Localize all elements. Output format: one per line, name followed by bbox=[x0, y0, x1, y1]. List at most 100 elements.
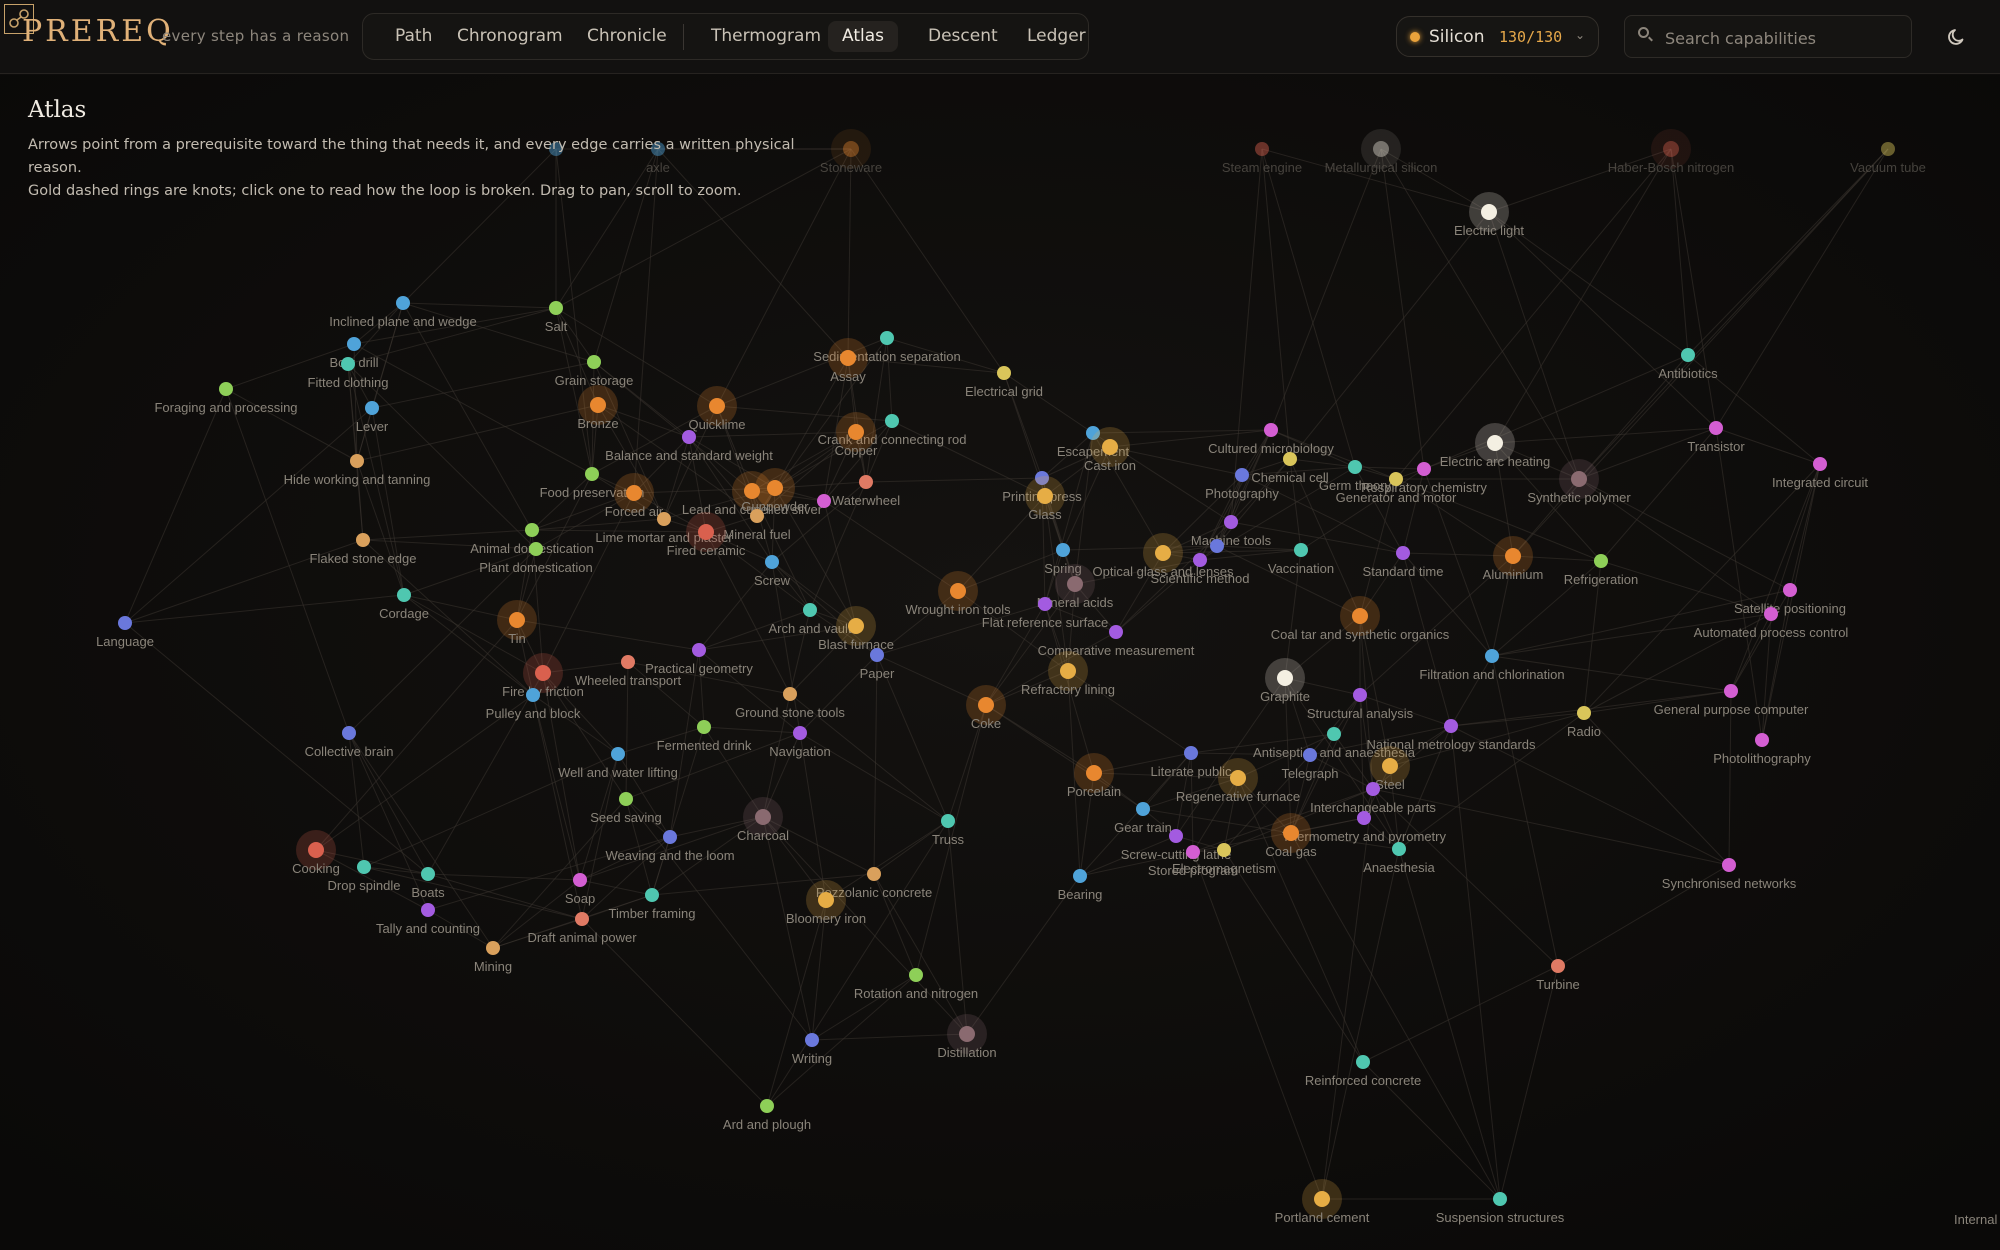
node-dot[interactable] bbox=[1136, 802, 1150, 816]
node-dot[interactable] bbox=[880, 331, 894, 345]
node-dot[interactable] bbox=[941, 814, 955, 828]
node-dot[interactable] bbox=[1389, 472, 1403, 486]
node-dot[interactable] bbox=[1073, 869, 1087, 883]
node-dot[interactable] bbox=[590, 397, 606, 413]
node-dot[interactable] bbox=[1487, 435, 1503, 451]
node-dot[interactable] bbox=[1217, 843, 1231, 857]
node-dot[interactable] bbox=[421, 903, 435, 917]
node-dot[interactable] bbox=[1357, 811, 1371, 825]
node-dot[interactable] bbox=[575, 912, 589, 926]
node-dot[interactable] bbox=[1663, 141, 1679, 157]
node-dot[interactable] bbox=[621, 655, 635, 669]
tab-descent[interactable]: Descent bbox=[914, 21, 1012, 52]
node-dot[interactable] bbox=[1366, 782, 1380, 796]
node-dot[interactable] bbox=[1444, 719, 1458, 733]
capability-node[interactable] bbox=[817, 494, 831, 508]
node-dot[interactable] bbox=[843, 141, 859, 157]
node-dot[interactable] bbox=[709, 398, 725, 414]
node-dot[interactable] bbox=[1230, 770, 1246, 786]
node-dot[interactable] bbox=[818, 892, 834, 908]
node-dot[interactable] bbox=[308, 842, 324, 858]
node-dot[interactable] bbox=[1155, 545, 1171, 561]
node-dot[interactable] bbox=[1169, 829, 1183, 843]
node-dot[interactable] bbox=[698, 524, 714, 540]
node-dot[interactable] bbox=[840, 350, 856, 366]
node-dot[interactable] bbox=[870, 648, 884, 662]
node-dot[interactable] bbox=[626, 485, 642, 501]
node-dot[interactable] bbox=[1038, 597, 1052, 611]
node-dot[interactable] bbox=[1382, 758, 1398, 774]
node-dot[interactable] bbox=[1577, 706, 1591, 720]
node-dot[interactable] bbox=[1392, 842, 1406, 856]
node-dot[interactable] bbox=[1255, 142, 1269, 156]
node-dot[interactable] bbox=[486, 941, 500, 955]
node-dot[interactable] bbox=[421, 867, 435, 881]
node-dot[interactable] bbox=[585, 467, 599, 481]
node-dot[interactable] bbox=[1764, 607, 1778, 621]
node-dot[interactable] bbox=[1184, 746, 1198, 760]
node-dot[interactable] bbox=[1505, 548, 1521, 564]
node-dot[interactable] bbox=[525, 523, 539, 537]
capability-node[interactable]: Bronze bbox=[577, 385, 619, 431]
node-dot[interactable] bbox=[1594, 554, 1608, 568]
node-dot[interactable] bbox=[1493, 1192, 1507, 1206]
node-dot[interactable] bbox=[356, 533, 370, 547]
node-dot[interactable] bbox=[803, 603, 817, 617]
node-dot[interactable] bbox=[1277, 670, 1293, 686]
capability-node[interactable]: Assay bbox=[828, 338, 868, 384]
node-dot[interactable] bbox=[526, 688, 540, 702]
node-dot[interactable] bbox=[347, 337, 361, 351]
tab-chronicle[interactable]: Chronicle bbox=[573, 21, 681, 52]
node-dot[interactable] bbox=[1303, 748, 1317, 762]
theme-toggle-button[interactable] bbox=[1944, 22, 1972, 50]
node-dot[interactable] bbox=[760, 1099, 774, 1113]
node-dot[interactable] bbox=[663, 830, 677, 844]
node-dot[interactable] bbox=[1327, 727, 1341, 741]
node-dot[interactable] bbox=[1086, 765, 1102, 781]
node-dot[interactable] bbox=[867, 867, 881, 881]
node-dot[interactable] bbox=[767, 480, 783, 496]
node-dot[interactable] bbox=[848, 618, 864, 634]
node-dot[interactable] bbox=[611, 747, 625, 761]
node-dot[interactable] bbox=[1417, 462, 1431, 476]
node-dot[interactable] bbox=[357, 860, 371, 874]
node-dot[interactable] bbox=[1037, 488, 1053, 504]
node-dot[interactable] bbox=[1356, 1055, 1370, 1069]
node-dot[interactable] bbox=[783, 687, 797, 701]
node-dot[interactable] bbox=[1264, 423, 1278, 437]
tab-ledger[interactable]: Ledger bbox=[1013, 21, 1100, 52]
node-dot[interactable] bbox=[1352, 608, 1368, 624]
node-dot[interactable] bbox=[950, 583, 966, 599]
node-dot[interactable] bbox=[1571, 471, 1587, 487]
node-dot[interactable] bbox=[1283, 452, 1297, 466]
node-dot[interactable] bbox=[909, 968, 923, 982]
capability-node[interactable]: Coke bbox=[966, 685, 1006, 731]
node-dot[interactable] bbox=[1481, 204, 1497, 220]
node-dot[interactable] bbox=[1396, 546, 1410, 560]
app-logo[interactable]: PREREQ bbox=[22, 14, 174, 49]
preset-selector[interactable]: Silicon 130/130 ⌄ bbox=[1396, 16, 1599, 57]
atlas-graph[interactable]: Stoneware Steam engine Metallurgical silic… bbox=[0, 75, 2000, 1250]
node-dot[interactable] bbox=[587, 355, 601, 369]
node-dot[interactable] bbox=[885, 414, 899, 428]
node-dot[interactable] bbox=[1283, 825, 1299, 841]
node-dot[interactable] bbox=[750, 509, 764, 523]
node-dot[interactable] bbox=[682, 430, 696, 444]
node-dot[interactable] bbox=[1724, 684, 1738, 698]
node-dot[interactable] bbox=[997, 366, 1011, 380]
node-dot[interactable] bbox=[342, 726, 356, 740]
capability-node[interactable]: Glass bbox=[1025, 476, 1065, 522]
node-dot[interactable] bbox=[573, 873, 587, 887]
node-dot[interactable] bbox=[1813, 457, 1827, 471]
node-dot[interactable] bbox=[1060, 663, 1076, 679]
node-dot[interactable] bbox=[1722, 858, 1736, 872]
node-dot[interactable] bbox=[529, 542, 543, 556]
node-dot[interactable] bbox=[1681, 348, 1695, 362]
node-dot[interactable] bbox=[805, 1033, 819, 1047]
node-dot[interactable] bbox=[535, 665, 551, 681]
node-dot[interactable] bbox=[1224, 515, 1238, 529]
node-dot[interactable] bbox=[549, 301, 563, 315]
node-dot[interactable] bbox=[1485, 649, 1499, 663]
node-dot[interactable] bbox=[1294, 543, 1308, 557]
node-dot[interactable] bbox=[1186, 845, 1200, 859]
